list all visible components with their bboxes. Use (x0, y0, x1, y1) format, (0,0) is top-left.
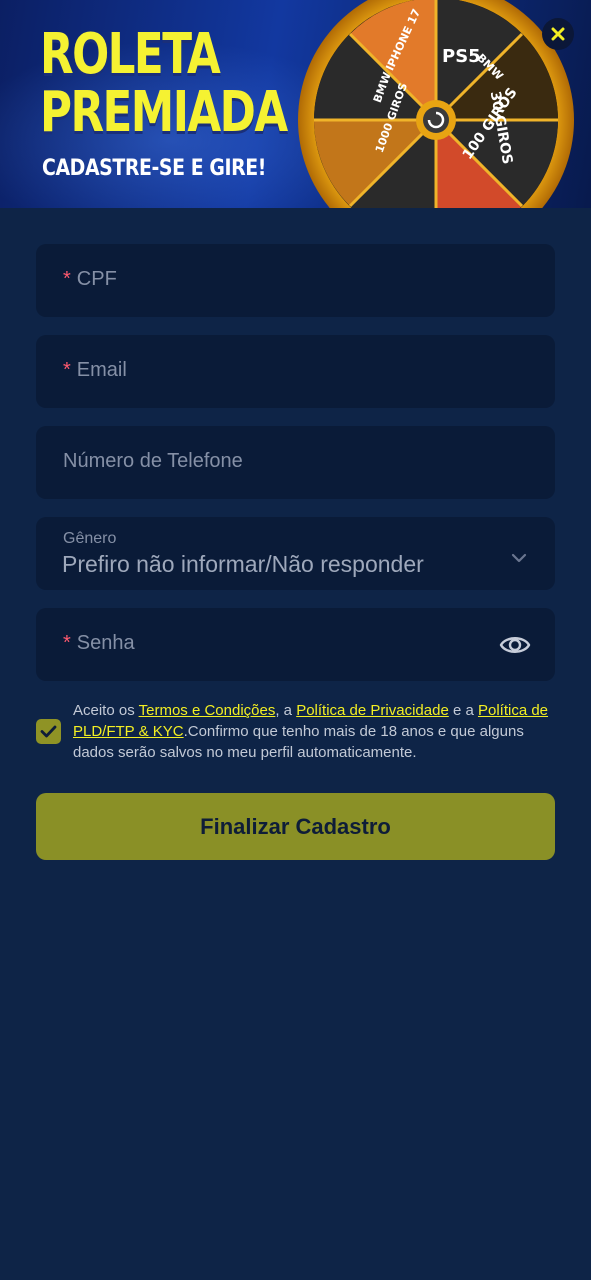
password-placeholder: * Senha (63, 632, 135, 654)
cpf-field[interactable]: * CPF (36, 244, 555, 317)
close-button[interactable] (542, 18, 574, 50)
banner-subtitle: CADASTRE-SE E GIRE! (42, 156, 266, 181)
close-icon (551, 27, 565, 41)
chevron-down-icon (511, 553, 527, 563)
terms-link[interactable]: Termos e Condições (139, 702, 276, 719)
prize-wheel-image: PS5 BMW 30 GIROS 100 GIROS 1000 GIROS BM… (298, 0, 574, 208)
terms-text: Aceito os Termos e Condições, a Política… (73, 702, 549, 761)
gender-select[interactable]: Gênero Prefiro não informar/Não responde… (36, 517, 555, 590)
banner-title: ROLETA PREMIADA (40, 22, 288, 145)
promo-banner[interactable]: ROLETA PREMIADA CADASTRE-SE E GIRE! PS5 … (0, 0, 591, 208)
cpf-placeholder: * CPF (63, 268, 117, 290)
email-placeholder: * Email (63, 359, 127, 381)
eye-icon[interactable] (499, 632, 531, 658)
registration-form: * CPF * Email Número de Telefone Gênero Pr… (36, 244, 555, 699)
wheel-prize-label: PS5 (442, 46, 481, 67)
phone-field[interactable]: Número de Telefone (36, 426, 555, 499)
email-field[interactable]: * Email (36, 335, 555, 408)
privacy-link[interactable]: Política de Privacidade (296, 702, 449, 719)
check-icon (40, 725, 57, 738)
terms-checkbox[interactable] (36, 719, 61, 744)
phone-placeholder: Número de Telefone (63, 450, 243, 472)
gender-label: Gênero (63, 530, 117, 547)
password-field[interactable]: * Senha (36, 608, 555, 681)
terms-agreement: Aceito os Termos e Condições, a Política… (36, 700, 555, 766)
gender-value: Prefiro não informar/Não responder (62, 551, 424, 577)
finalize-registration-button[interactable]: Finalizar Cadastro (36, 793, 555, 860)
